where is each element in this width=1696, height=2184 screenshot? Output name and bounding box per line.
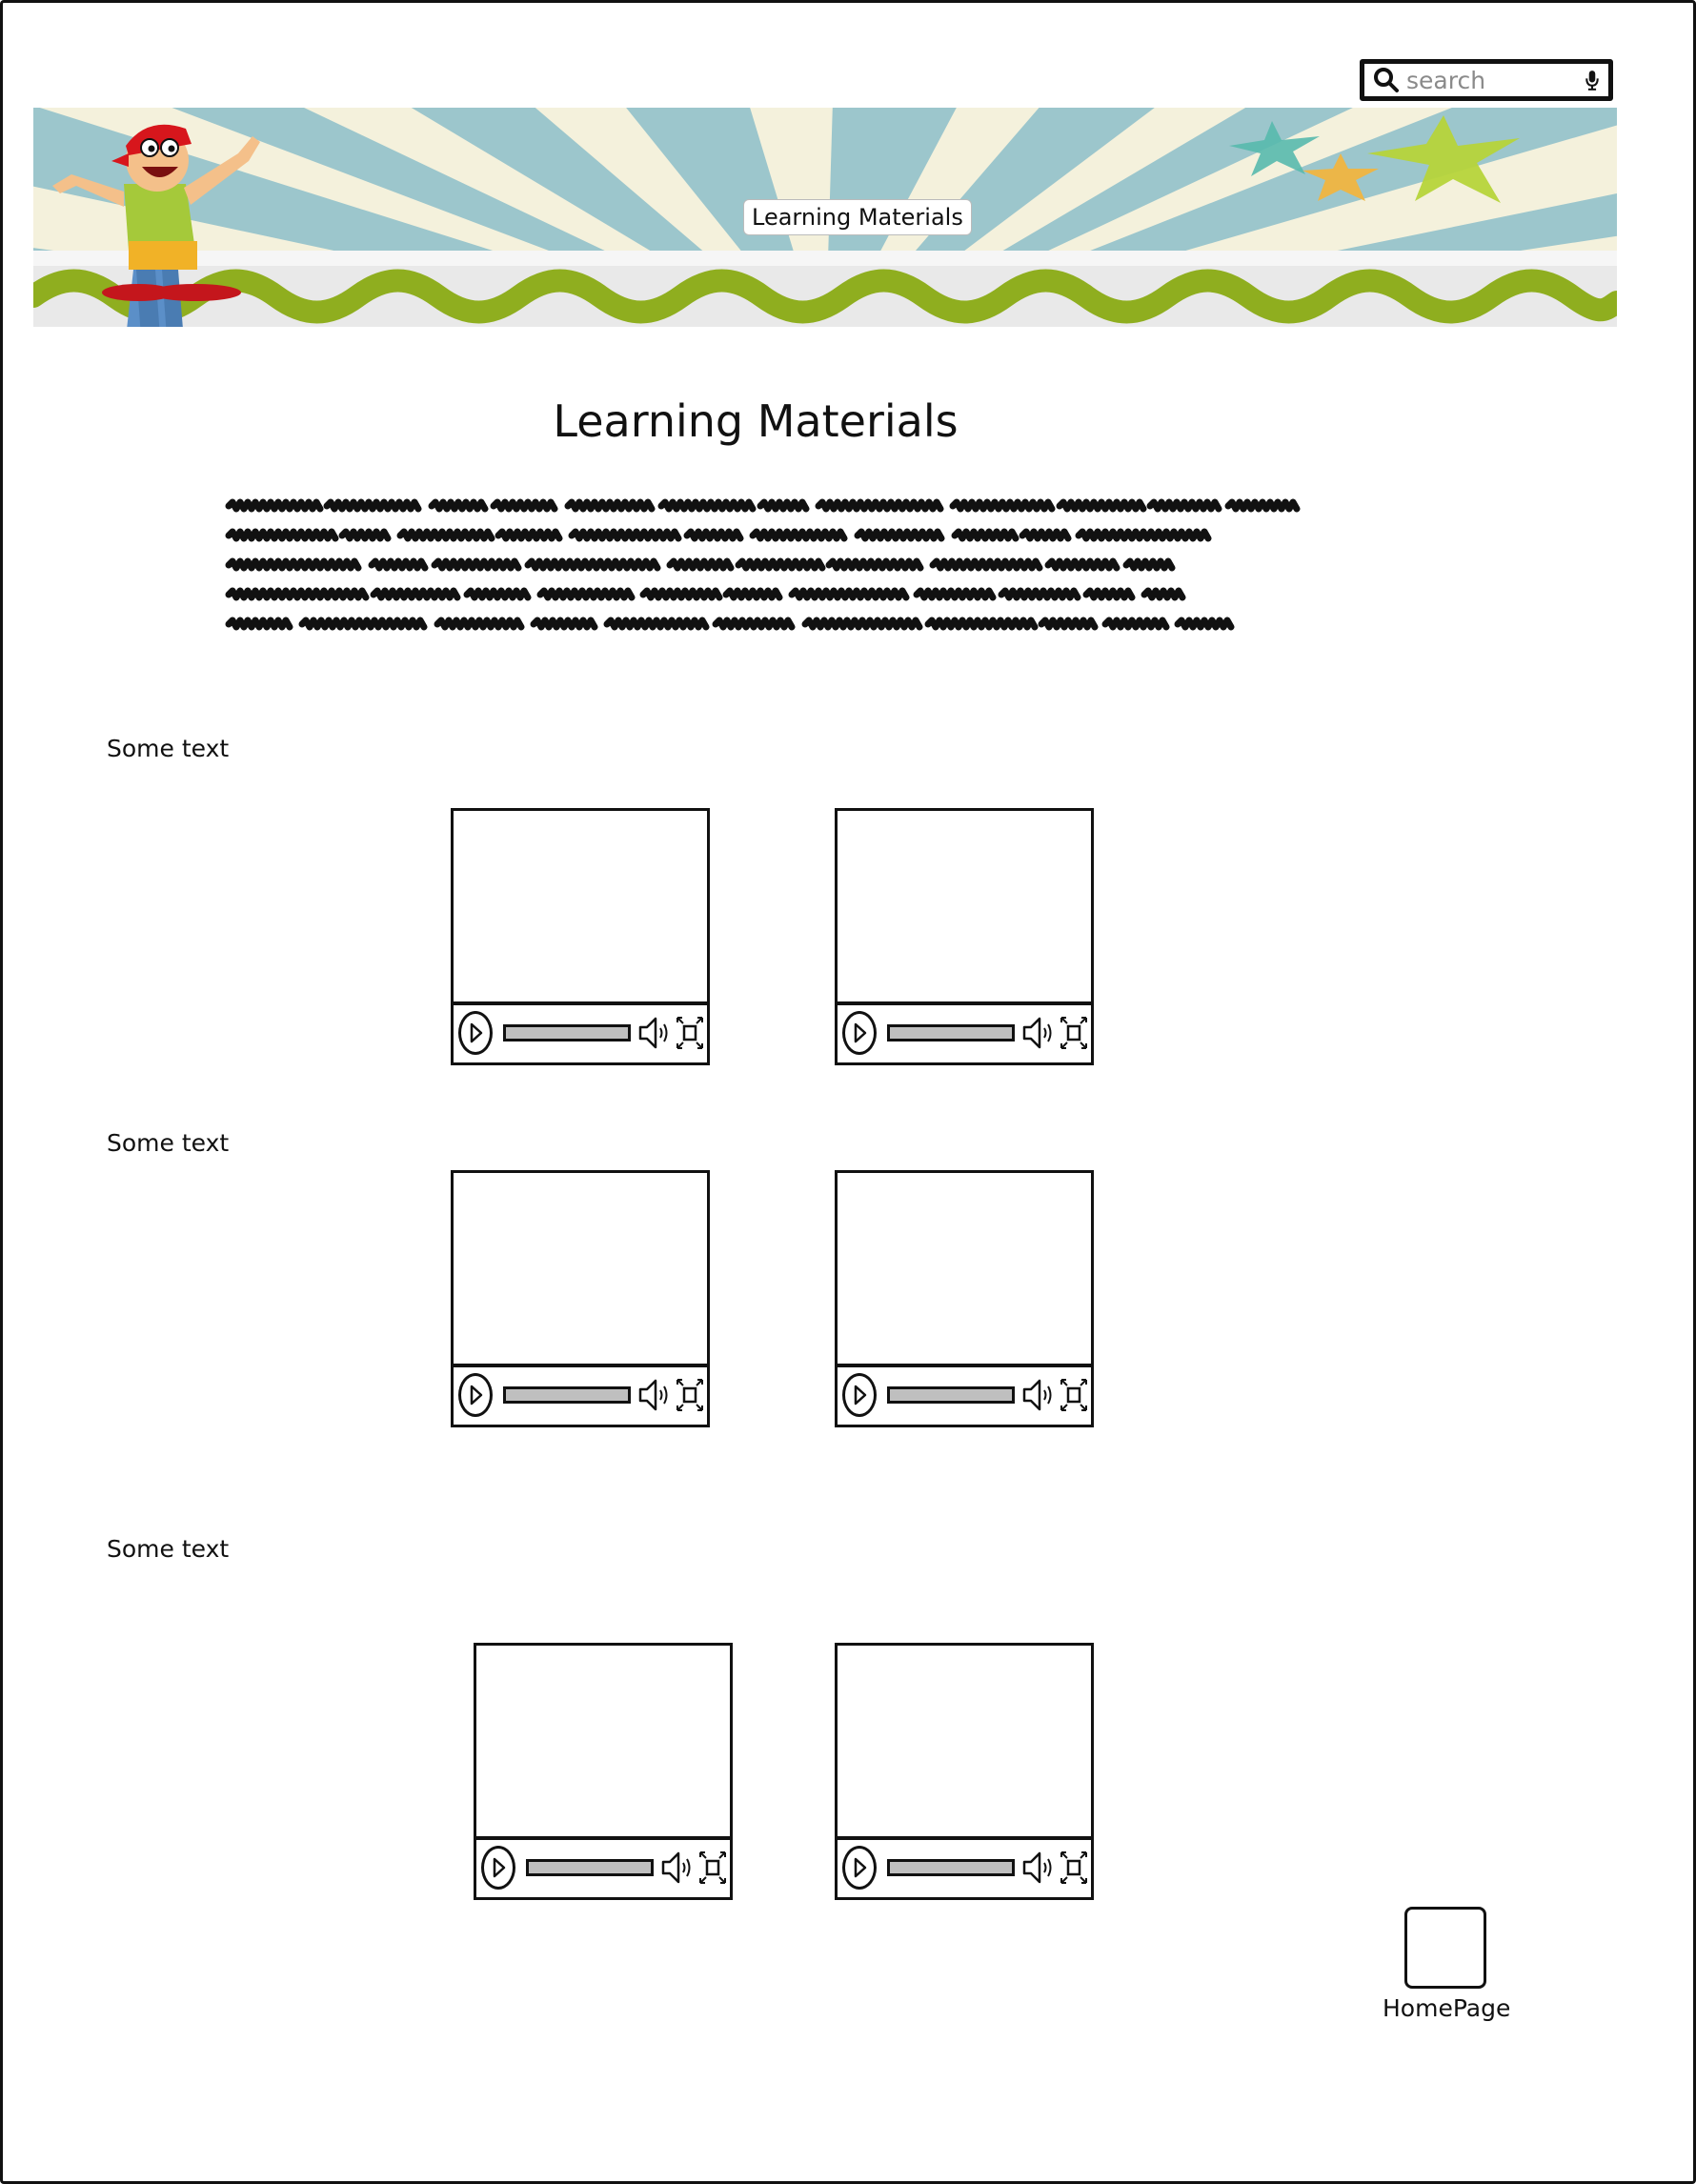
video-controls <box>454 1364 707 1425</box>
search-box[interactable] <box>1360 59 1613 101</box>
intro-paragraph <box>225 491 1302 652</box>
play-button[interactable] <box>842 1846 877 1890</box>
search-input[interactable] <box>1401 66 1584 94</box>
video-progress-fill <box>890 1862 1012 1873</box>
play-button[interactable] <box>842 1011 877 1055</box>
video-progress-fill <box>890 1389 1012 1401</box>
homepage-link[interactable]: HomePage <box>1383 1907 1511 2022</box>
video-controls <box>454 1001 707 1062</box>
video-progress-bar[interactable] <box>526 1859 654 1876</box>
video-progress-fill <box>506 1027 628 1039</box>
learning-materials-page: Learning Materials Learning Materials So… <box>0 0 1696 2184</box>
video-screen[interactable] <box>454 811 707 1005</box>
section-label-2: Some text <box>107 1129 230 1157</box>
video-player-4[interactable] <box>835 1170 1094 1427</box>
video-progress-fill <box>529 1862 651 1873</box>
video-player-2[interactable] <box>835 808 1094 1065</box>
play-icon <box>470 1385 483 1405</box>
volume-icon[interactable] <box>1021 1015 1054 1051</box>
video-progress-bar[interactable] <box>887 1386 1015 1404</box>
homepage-icon[interactable] <box>1404 1907 1486 1989</box>
video-controls <box>838 1836 1091 1897</box>
play-icon <box>854 1857 867 1878</box>
banner-title-label: Learning Materials <box>743 199 972 235</box>
video-player-1[interactable] <box>451 808 710 1065</box>
video-player-3[interactable] <box>451 1170 710 1427</box>
volume-icon[interactable] <box>1021 1377 1054 1413</box>
play-icon <box>854 1385 867 1405</box>
play-icon <box>854 1022 867 1043</box>
play-button[interactable] <box>842 1373 877 1417</box>
play-icon <box>493 1857 506 1878</box>
fullscreen-icon[interactable] <box>1060 1849 1088 1887</box>
video-progress-bar[interactable] <box>503 1386 631 1404</box>
video-progress-bar[interactable] <box>887 1859 1015 1876</box>
video-player-6[interactable] <box>835 1643 1094 1900</box>
section-label-1: Some text <box>107 735 230 762</box>
play-icon <box>470 1022 483 1043</box>
video-progress-bar[interactable] <box>503 1024 631 1041</box>
play-button[interactable] <box>458 1373 493 1417</box>
video-progress-bar[interactable] <box>887 1024 1015 1041</box>
fullscreen-icon[interactable] <box>676 1014 704 1052</box>
video-controls <box>476 1836 730 1897</box>
scribble-text-placeholder <box>225 498 1301 631</box>
volume-icon[interactable] <box>637 1377 670 1413</box>
play-button[interactable] <box>458 1011 493 1055</box>
video-progress-fill <box>890 1027 1012 1039</box>
video-progress-fill <box>506 1389 628 1401</box>
section-label-3: Some text <box>107 1535 230 1563</box>
microphone-icon[interactable] <box>1584 66 1601 94</box>
fullscreen-icon[interactable] <box>698 1849 727 1887</box>
page-title: Learning Materials <box>553 395 959 447</box>
video-screen[interactable] <box>838 1646 1091 1840</box>
video-player-5[interactable] <box>474 1643 733 1900</box>
video-controls <box>838 1364 1091 1425</box>
fullscreen-icon[interactable] <box>1060 1014 1088 1052</box>
fullscreen-icon[interactable] <box>1060 1376 1088 1414</box>
search-icon <box>1374 68 1399 92</box>
volume-icon[interactable] <box>1021 1850 1054 1886</box>
volume-icon[interactable] <box>660 1850 693 1886</box>
video-screen[interactable] <box>454 1173 707 1367</box>
video-controls <box>838 1001 1091 1062</box>
video-screen[interactable] <box>476 1646 730 1840</box>
homepage-label: HomePage <box>1383 1994 1511 2022</box>
video-screen[interactable] <box>838 1173 1091 1367</box>
play-button[interactable] <box>481 1846 515 1890</box>
volume-icon[interactable] <box>637 1015 670 1051</box>
video-screen[interactable] <box>838 811 1091 1005</box>
header-banner: Learning Materials <box>33 108 1617 327</box>
fullscreen-icon[interactable] <box>676 1376 704 1414</box>
